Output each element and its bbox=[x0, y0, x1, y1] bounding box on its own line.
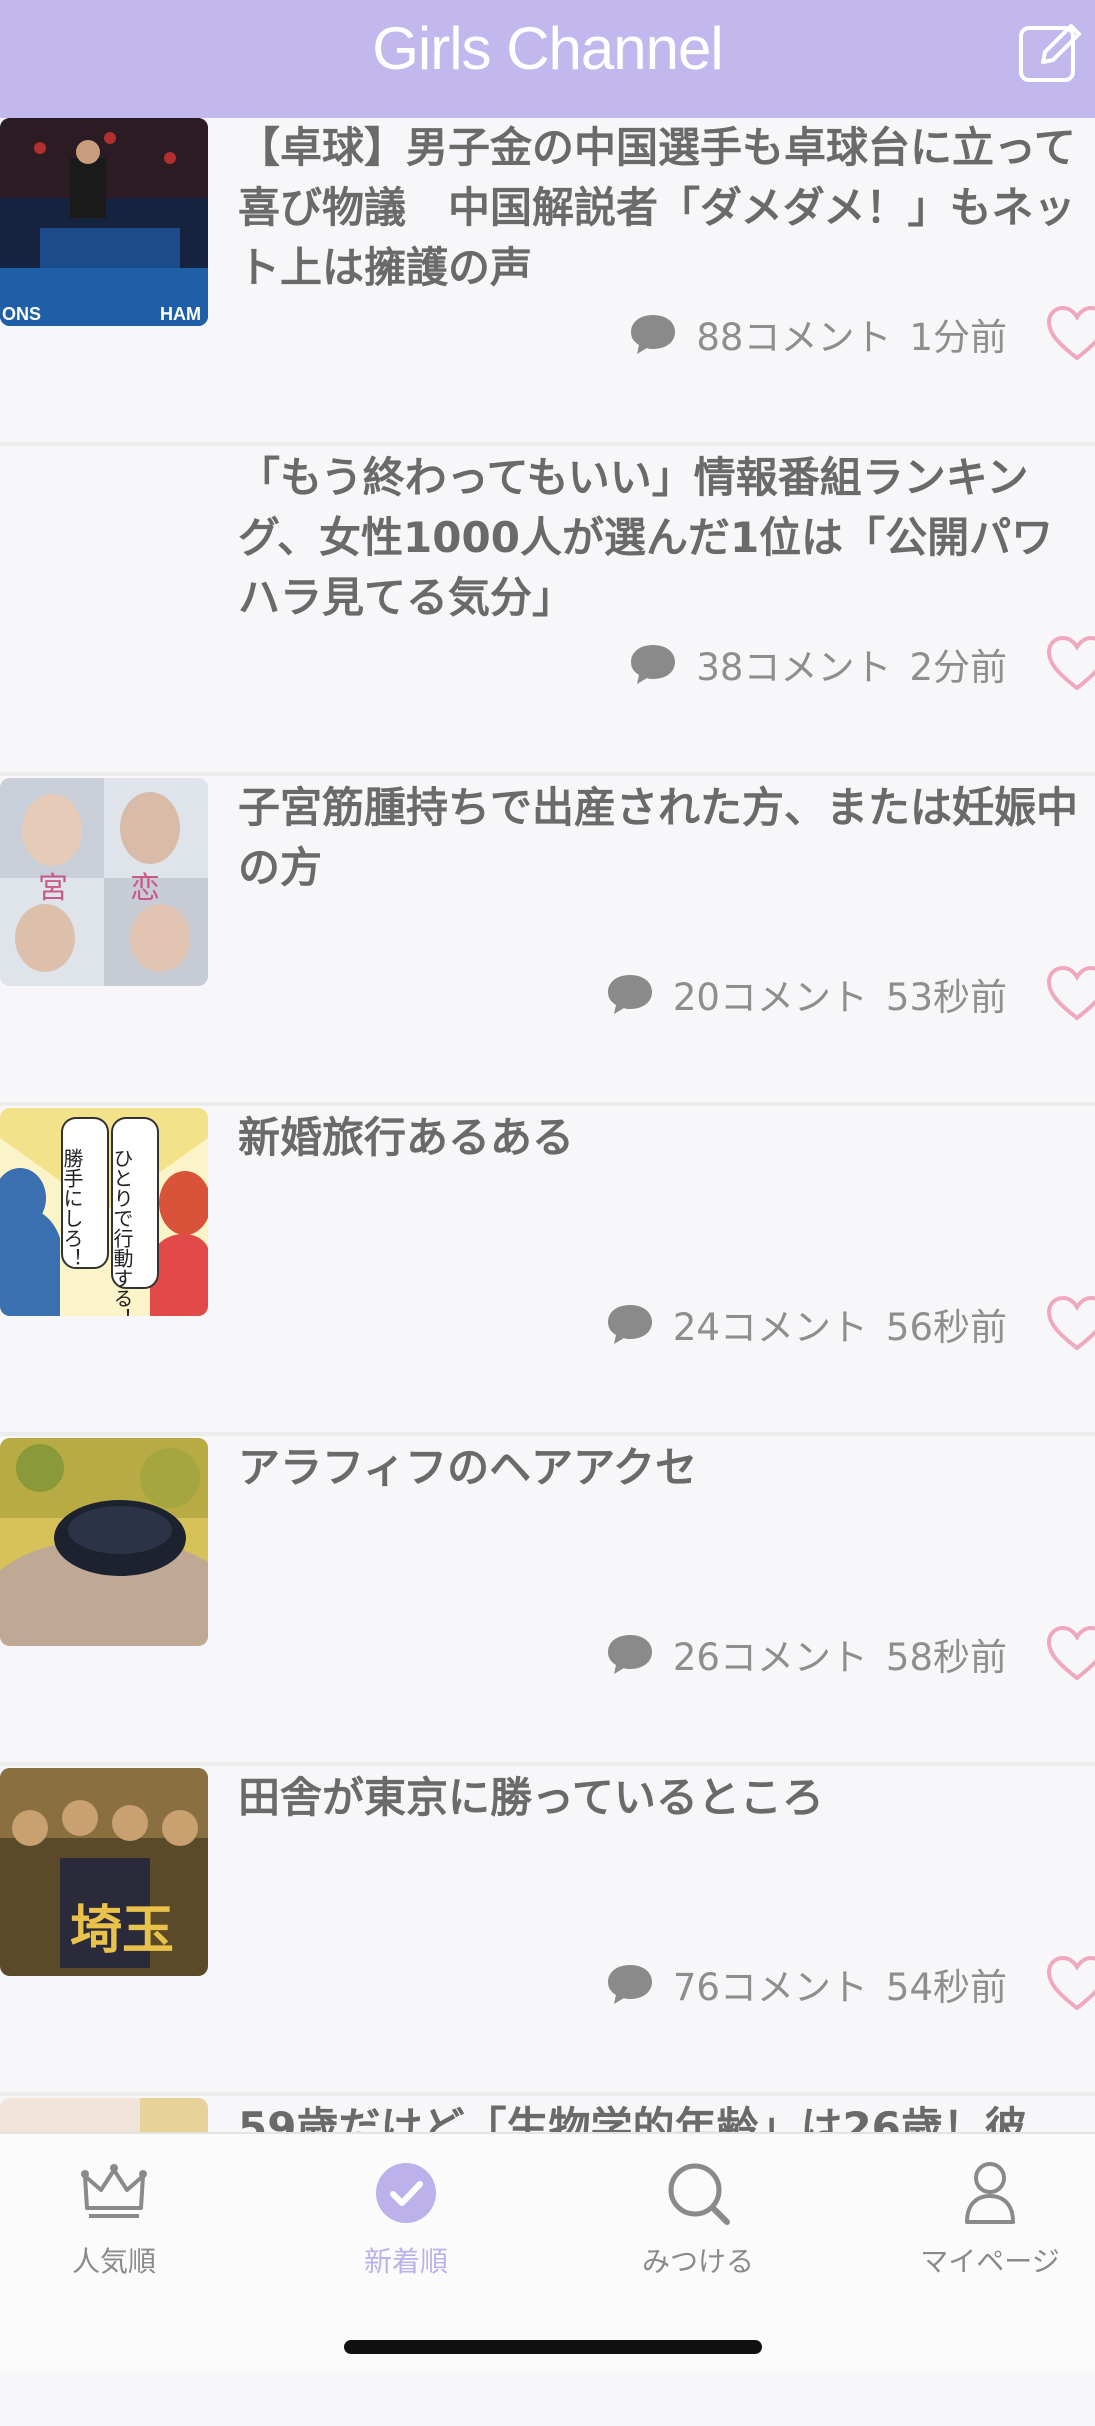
thumbnail-caption: ひとりで行動する！ bbox=[110, 1148, 134, 1316]
comment-count: 88コメント bbox=[696, 316, 892, 359]
heart-icon[interactable] bbox=[1045, 1954, 1095, 2014]
topic-meta: 24コメント 56秒前 bbox=[605, 1294, 1007, 1354]
app-logo: Girls Channel bbox=[372, 15, 724, 82]
thumbnail-caption: 恋 bbox=[130, 871, 160, 906]
topic-item[interactable]: アラフィフのヘアアクセ 26コメント 58秒前 bbox=[0, 1438, 1095, 1766]
comment-count: 24コメント bbox=[672, 1306, 868, 1349]
topic-title[interactable]: 田舎が東京に勝っているところ bbox=[238, 1768, 1088, 1828]
thumbnail-caption: 埼玉 bbox=[70, 1901, 174, 1961]
check-circle-icon bbox=[376, 2163, 436, 2223]
comment-bubble-icon bbox=[607, 975, 652, 1014]
comment-bubble-icon bbox=[607, 1305, 652, 1344]
tab-label: みつける bbox=[641, 2245, 754, 2278]
person-icon bbox=[965, 2162, 1015, 2224]
crown-icon bbox=[81, 2164, 147, 2218]
topic-title[interactable]: 「もう終わってもいい」情報番組ランキング、女性1000人が選んだ1位は「公開パワ… bbox=[238, 448, 1088, 628]
tab-label: マイページ bbox=[920, 2245, 1060, 2278]
heart-icon[interactable] bbox=[1045, 304, 1095, 364]
topic-meta: 26コメント 58秒前 bbox=[605, 1624, 1007, 1684]
search-icon bbox=[668, 2163, 730, 2225]
compose-icon[interactable] bbox=[1015, 18, 1085, 88]
comment-bubble-icon bbox=[607, 1635, 652, 1674]
topic-item[interactable]: 宮 恋 子宮筋腫持ちで出産された方、または妊娠中の方 20コメント 53秒前 bbox=[0, 778, 1095, 1106]
topic-thumbnail: 勝手にしろ！ ひとりで行動する！ bbox=[0, 1108, 208, 1316]
thumbnail-caption: 宮 bbox=[38, 871, 68, 906]
app-header: Girls Channel bbox=[0, 0, 1095, 118]
topic-title[interactable]: アラフィフのヘアアクセ bbox=[238, 1438, 1088, 1498]
heart-icon[interactable] bbox=[1045, 1294, 1095, 1354]
post-time: 1分前 bbox=[909, 316, 1007, 359]
topic-thumbnail: 埼玉 bbox=[0, 1768, 208, 1976]
post-time: 53秒前 bbox=[885, 976, 1007, 1019]
comment-count: 38コメント bbox=[696, 646, 892, 689]
comment-count: 20コメント bbox=[672, 976, 868, 1019]
topic-title[interactable]: 子宮筋腫持ちで出産された方、または妊娠中の方 bbox=[238, 778, 1088, 898]
topic-thumbnail bbox=[0, 1438, 208, 1646]
heart-icon[interactable] bbox=[1045, 964, 1095, 1024]
topic-title[interactable]: 【卓球】男子金の中国選手も卓球台に立って喜び物議 中国解説者「ダメダメ！」もネッ… bbox=[238, 118, 1088, 298]
post-time: 56秒前 bbox=[885, 1306, 1007, 1349]
home-indicator[interactable] bbox=[344, 2340, 762, 2354]
tab-label: 新着順 bbox=[363, 2245, 448, 2278]
svg-text:HAM: HAM bbox=[160, 304, 201, 324]
topic-meta: 38コメント 2分前 bbox=[628, 634, 1007, 694]
topic-item[interactable]: 勝手にしろ！ ひとりで行動する！ 新婚旅行あるある 24コメント 56秒前 bbox=[0, 1108, 1095, 1436]
thumbnail-caption: 勝手にしろ！ bbox=[60, 1148, 84, 1268]
topic-thumbnail: ONS HAM bbox=[0, 118, 208, 326]
topic-title[interactable]: 新婚旅行あるある bbox=[238, 1108, 1088, 1168]
comment-bubble-icon bbox=[631, 645, 676, 684]
heart-icon[interactable] bbox=[1045, 1624, 1095, 1684]
tab-label: 人気順 bbox=[71, 2245, 156, 2278]
tab-discover[interactable]: みつける bbox=[588, 2158, 808, 2280]
topic-item[interactable]: 埼玉 田舎が東京に勝っているところ 76コメント 54秒前 bbox=[0, 1768, 1095, 2096]
heart-icon[interactable] bbox=[1045, 634, 1095, 694]
post-time: 54秒前 bbox=[885, 1966, 1007, 2009]
comment-bubble-icon bbox=[607, 1965, 652, 2004]
post-time: 2分前 bbox=[909, 646, 1007, 689]
tab-new[interactable]: 新着順 bbox=[296, 2158, 516, 2280]
comment-count: 26コメント bbox=[672, 1636, 868, 1679]
tab-mypage[interactable]: マイページ bbox=[880, 2158, 1095, 2280]
svg-text:ONS: ONS bbox=[2, 304, 41, 324]
topic-item[interactable]: ONS HAM 【卓球】男子金の中国選手も卓球台に立って喜び物議 中国解説者「ダ… bbox=[0, 118, 1095, 446]
topic-meta: 76コメント 54秒前 bbox=[605, 1954, 1007, 2014]
topic-meta: 88コメント 1分前 bbox=[628, 304, 1007, 364]
bottom-tab-bar: 人気順 新着順 みつける マイページ bbox=[0, 2132, 1095, 2372]
post-time: 58秒前 bbox=[885, 1636, 1007, 1679]
comment-count: 76コメント bbox=[672, 1966, 868, 2009]
comment-bubble-icon bbox=[631, 315, 676, 354]
tab-popular[interactable]: 人気順 bbox=[4, 2158, 224, 2280]
topic-thumbnail: 宮 恋 bbox=[0, 778, 208, 986]
topic-item[interactable]: 「もう終わってもいい」情報番組ランキング、女性1000人が選んだ1位は「公開パワ… bbox=[0, 448, 1095, 986]
topic-meta: 20コメント 53秒前 bbox=[605, 964, 1007, 1024]
